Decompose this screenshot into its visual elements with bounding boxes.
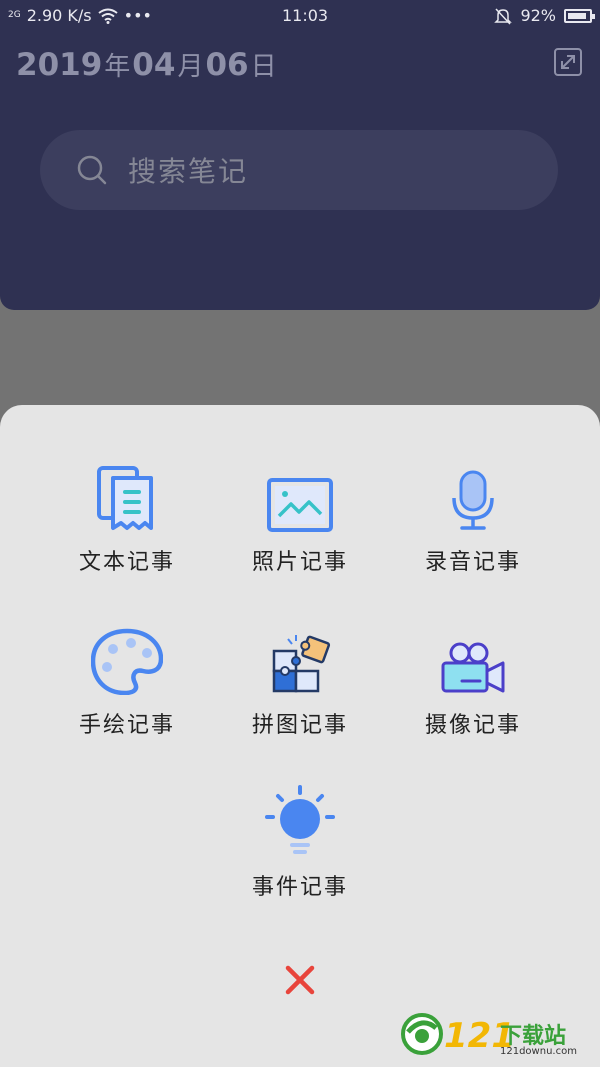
menu-item-photo-note[interactable]: 照片记事 xyxy=(213,460,387,576)
watermark: 121 下载站 121downu.com xyxy=(400,1010,590,1060)
menu-item-voice-note[interactable]: 录音记事 xyxy=(386,460,560,576)
menu-item-puzzle-note[interactable]: 拼图记事 xyxy=(213,623,387,739)
network-speed: 2.90 K/s xyxy=(26,6,92,25)
photo-note-icon xyxy=(267,478,333,532)
menu-item-label: 照片记事 xyxy=(251,550,348,575)
page-date: 2019 年 04 月 06 日 xyxy=(16,46,279,83)
close-icon[interactable] xyxy=(282,962,318,998)
watermark-url: 121downu.com xyxy=(500,1046,577,1057)
search-icon xyxy=(77,155,107,185)
date-month: 04 xyxy=(132,47,176,83)
menu-item-label: 文本记事 xyxy=(78,550,175,575)
more-dots: ••• xyxy=(123,6,152,25)
search-placeholder[interactable]: 搜索笔记 xyxy=(128,150,248,190)
menu-item-text-note[interactable]: 文本记事 xyxy=(40,460,214,576)
date-year: 2019 xyxy=(16,47,103,83)
puzzle-note-icon xyxy=(272,635,331,693)
status-right: 92% xyxy=(494,6,595,25)
menu-item-label: 摄像记事 xyxy=(424,713,521,738)
wifi-icon xyxy=(98,8,118,24)
watermark-logo-icon xyxy=(401,1013,443,1055)
date-month-unit: 月 xyxy=(177,52,204,82)
menu-item-video-note[interactable]: 摄像记事 xyxy=(386,623,560,739)
drawing-note-icon xyxy=(91,628,163,695)
status-bar: 2G 2.90 K/s ••• 11:03 92% xyxy=(0,0,600,32)
event-note-icon xyxy=(265,785,335,854)
date-day: 06 xyxy=(205,47,249,83)
voice-note-icon xyxy=(452,470,494,530)
date-year-unit: 年 xyxy=(104,52,131,82)
battery-percent: 92% xyxy=(520,6,556,25)
bell-off-icon xyxy=(494,7,513,25)
app-header: 2G 2.90 K/s ••• 11:03 92% 2019 年 04 月 06… xyxy=(0,0,600,310)
status-time: 11:03 xyxy=(282,6,329,25)
menu-item-label: 拼图记事 xyxy=(251,713,348,738)
menu-item-event-note[interactable]: 事件记事 xyxy=(213,785,387,901)
network-type: 2G xyxy=(8,10,21,20)
status-left: 2G 2.90 K/s ••• xyxy=(8,6,152,25)
expand-icon[interactable] xyxy=(552,46,584,78)
text-note-icon xyxy=(97,466,153,530)
menu-item-label: 录音记事 xyxy=(424,550,521,575)
menu-item-drawing-note[interactable]: 手绘记事 xyxy=(40,623,214,739)
date-day-unit: 日 xyxy=(250,52,277,82)
new-note-sheet: 文本记事 照片记事 录音记事 手绘记事 拼图记事 摄像记事 事件记事 121 下… xyxy=(0,405,600,1067)
video-note-icon xyxy=(441,642,505,693)
search-bar[interactable]: 搜索笔记 xyxy=(40,130,558,210)
menu-item-label: 手绘记事 xyxy=(78,713,175,738)
battery-icon xyxy=(564,8,595,23)
menu-item-label: 事件记事 xyxy=(251,875,348,900)
